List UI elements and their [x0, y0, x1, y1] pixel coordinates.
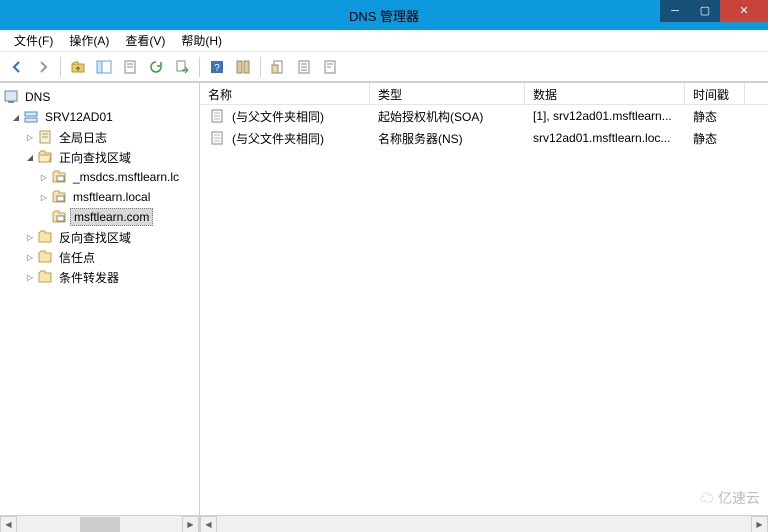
- column-header-data[interactable]: 数据: [525, 83, 685, 104]
- tree-node-trust[interactable]: 信任点: [0, 247, 199, 267]
- tree-body: DNS SRV12AD01 全局日志 正向查找区域 _msdcs.msftlea: [0, 83, 199, 514]
- zone-icon: [51, 209, 67, 225]
- server-icon: [23, 109, 39, 125]
- menu-help[interactable]: 帮助(H): [173, 30, 230, 51]
- tree-label: msftlearn.com: [70, 208, 153, 226]
- up-one-level-button[interactable]: [67, 56, 89, 78]
- menu-action[interactable]: 操作(A): [61, 30, 117, 51]
- tree-node-zone[interactable]: _msdcs.msftlearn.lc: [0, 167, 199, 187]
- tree-node-global-log[interactable]: 全局日志: [0, 127, 199, 147]
- show-hide-console-tree-button[interactable]: [93, 56, 115, 78]
- list-item[interactable]: (与父文件夹相同) 名称服务器(NS) srv12ad01.msftlearn.…: [200, 127, 768, 149]
- separator-icon: [260, 57, 261, 77]
- tree-node-dns[interactable]: DNS: [0, 87, 199, 107]
- list-body: (与父文件夹相同) 起始授权机构(SOA) [1], srv12ad01.msf…: [200, 105, 768, 514]
- tree-label: SRV12AD01: [42, 109, 116, 125]
- tree-label: _msdcs.msftlearn.lc: [70, 169, 182, 185]
- close-button[interactable]: ✕: [720, 0, 768, 22]
- cell-name: (与父文件夹相同): [200, 106, 370, 127]
- tree-label: 全局日志: [56, 128, 110, 147]
- folder-icon: [37, 229, 53, 245]
- list-header: 名称 类型 数据 时间戳: [200, 83, 768, 105]
- list-item[interactable]: (与父文件夹相同) 起始授权机构(SOA) [1], srv12ad01.msf…: [200, 105, 768, 127]
- maximize-button[interactable]: ▢: [690, 0, 720, 22]
- log-icon: [37, 129, 53, 145]
- zone-icon: [51, 189, 67, 205]
- filter-button[interactable]: [293, 56, 315, 78]
- tree-node-reverse-zones[interactable]: 反向查找区域: [0, 227, 199, 247]
- expand-icon[interactable]: [38, 192, 50, 203]
- column-header-name[interactable]: 名称: [200, 83, 370, 104]
- list-horizontal-scrollbar[interactable]: ◀ ▶: [200, 515, 768, 532]
- tree-node-forward-zones[interactable]: 正向查找区域: [0, 147, 199, 167]
- forward-button[interactable]: [32, 56, 54, 78]
- scrollbar-thumb[interactable]: [80, 517, 120, 532]
- export-list-button[interactable]: [171, 56, 193, 78]
- record-icon: [209, 108, 225, 124]
- content-area: DNS SRV12AD01 全局日志 正向查找区域 _msdcs.msftlea: [0, 82, 768, 532]
- expand-icon[interactable]: [24, 132, 36, 143]
- folder-open-icon: [37, 149, 53, 165]
- cell-type: 名称服务器(NS): [370, 128, 525, 149]
- scroll-left-button[interactable]: ◀: [0, 516, 17, 532]
- tree-label: msftlearn.local: [70, 189, 153, 205]
- menu-bar: 文件(F) 操作(A) 查看(V) 帮助(H): [0, 30, 768, 52]
- folder-icon: [37, 269, 53, 285]
- tree-label: 信任点: [56, 248, 98, 267]
- minimize-button[interactable]: ─: [660, 0, 690, 22]
- expand-icon[interactable]: [10, 112, 22, 123]
- tree-label: 正向查找区域: [56, 148, 134, 167]
- scroll-right-button[interactable]: ▶: [182, 516, 199, 532]
- toolbar: ?: [0, 52, 768, 82]
- tree-label: 条件转发器: [56, 268, 122, 287]
- window-title: DNS 管理器: [349, 6, 419, 25]
- cell-data: srv12ad01.msftlearn.loc...: [525, 129, 685, 147]
- menu-view[interactable]: 查看(V): [117, 30, 173, 51]
- tree-node-server[interactable]: SRV12AD01: [0, 107, 199, 127]
- tree-label: 反向查找区域: [56, 228, 134, 247]
- dns-root-icon: [3, 89, 19, 105]
- column-header-type[interactable]: 类型: [370, 83, 525, 104]
- cell-text: (与父文件夹相同): [232, 130, 324, 147]
- back-button[interactable]: [6, 56, 28, 78]
- separator-icon: [199, 57, 200, 77]
- scrollbar-track[interactable]: [217, 516, 751, 532]
- separator-icon: [60, 57, 61, 77]
- tree-node-zone-selected[interactable]: msftlearn.com: [0, 207, 199, 227]
- expand-icon[interactable]: [24, 152, 36, 163]
- list-panel: 名称 类型 数据 时间戳 (与父文件夹相同) 起始授权机构(SOA) [1], …: [200, 83, 768, 532]
- cell-text: (与父文件夹相同): [232, 108, 324, 125]
- title-bar: DNS 管理器 ─ ▢ ✕: [0, 0, 768, 30]
- expand-icon[interactable]: [38, 172, 50, 183]
- folder-icon: [37, 249, 53, 265]
- tree-label: DNS: [22, 89, 53, 105]
- properties-button[interactable]: [119, 56, 141, 78]
- expand-icon[interactable]: [24, 272, 36, 283]
- help-button[interactable]: ?: [206, 56, 228, 78]
- record-icon: [209, 130, 225, 146]
- tree-node-conditional-fwd[interactable]: 条件转发器: [0, 267, 199, 287]
- cell-type: 起始授权机构(SOA): [370, 106, 525, 127]
- expand-icon[interactable]: [24, 252, 36, 263]
- expand-icon[interactable]: [24, 232, 36, 243]
- window-controls: ─ ▢ ✕: [660, 0, 768, 22]
- cell-timestamp: 静态: [685, 106, 745, 127]
- scroll-left-button[interactable]: ◀: [200, 516, 217, 532]
- scroll-right-button[interactable]: ▶: [751, 516, 768, 532]
- column-header-timestamp[interactable]: 时间戳: [685, 83, 745, 104]
- menu-file[interactable]: 文件(F): [6, 30, 61, 51]
- new-record-button[interactable]: [267, 56, 289, 78]
- cell-data: [1], srv12ad01.msftlearn...: [525, 107, 685, 125]
- view-details-button[interactable]: [319, 56, 341, 78]
- tree-node-zone[interactable]: msftlearn.local: [0, 187, 199, 207]
- cell-name: (与父文件夹相同): [200, 128, 370, 149]
- svg-text:?: ?: [214, 63, 220, 74]
- zone-icon: [51, 169, 67, 185]
- cell-timestamp: 静态: [685, 128, 745, 149]
- tree-horizontal-scrollbar[interactable]: ◀ ▶: [0, 515, 199, 532]
- scrollbar-track[interactable]: [17, 516, 182, 532]
- tree-panel: DNS SRV12AD01 全局日志 正向查找区域 _msdcs.msftlea: [0, 83, 200, 532]
- refresh-button[interactable]: [145, 56, 167, 78]
- action-panel-button[interactable]: [232, 56, 254, 78]
